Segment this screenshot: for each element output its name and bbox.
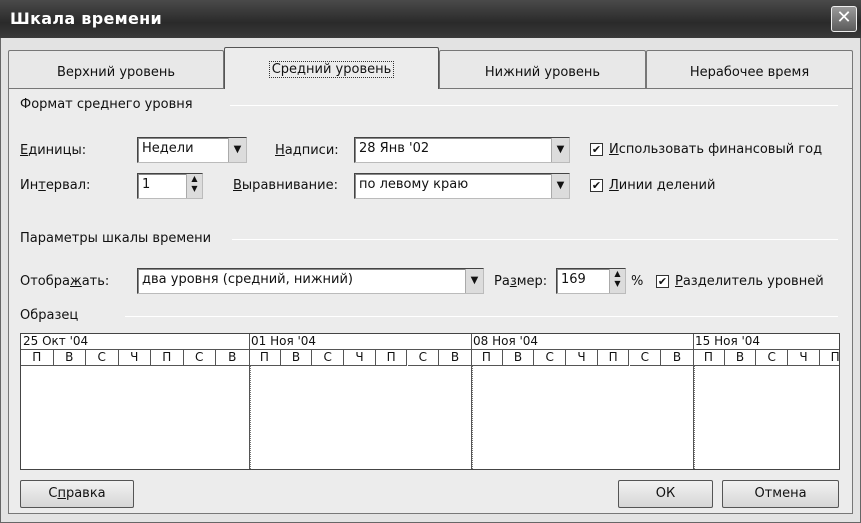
- interval-value: 1: [142, 177, 151, 192]
- show-levels-value: два уровня (средний, нижний): [142, 272, 354, 287]
- cancel-button[interactable]: Отмена: [722, 480, 839, 508]
- day-cell: В: [724, 350, 757, 366]
- day-cell: П: [693, 350, 725, 366]
- day-cell: В: [439, 350, 471, 366]
- day-cell: Ч: [344, 350, 376, 366]
- day-cell: П: [21, 350, 54, 366]
- day-cell: С: [86, 350, 119, 366]
- alignment-select[interactable]: по левому краю: [354, 173, 570, 199]
- check-icon: ✔: [591, 179, 602, 192]
- tab-bottom-level[interactable]: Нижний уровень: [439, 50, 646, 88]
- chevron-down-icon[interactable]: ▼: [551, 174, 569, 198]
- tab-label: Нерабочее время: [689, 65, 810, 80]
- units-value: Недели: [142, 141, 194, 156]
- day-cell: С: [407, 350, 440, 366]
- week-header: 01 Ноя '04: [249, 334, 471, 350]
- check-icon: ✔: [657, 275, 668, 288]
- captions-select[interactable]: 28 Янв '02: [354, 137, 570, 163]
- spin-buttons[interactable]: ▲ ▼: [609, 269, 625, 293]
- spin-down-icon[interactable]: ▼: [610, 279, 625, 289]
- alignment-value: по левому краю: [359, 177, 469, 192]
- units-label-text: диницы:: [28, 143, 87, 158]
- level-separator-checkbox[interactable]: ✔: [656, 275, 669, 288]
- spin-up-icon[interactable]: ▲: [610, 269, 625, 279]
- day-cell: Ч: [566, 350, 598, 366]
- timescale-sample: 25 Окт '04 01 Ноя '04 08 Ноя '04 15 Ноя …: [20, 333, 840, 470]
- day-cell: П: [471, 350, 503, 366]
- percent-sign: %: [631, 274, 644, 289]
- fiscal-year-checkbox[interactable]: ✔: [590, 143, 603, 156]
- week-header: 08 Ноя '04: [471, 334, 693, 350]
- sample-group-title: Образец: [20, 308, 85, 323]
- close-icon: ✕: [836, 7, 852, 28]
- size-label: Размер:: [494, 274, 548, 289]
- alignment-label: Выравнивание:: [233, 178, 338, 193]
- units-label: Единицы:: [20, 143, 87, 158]
- day-cell: С: [312, 350, 345, 366]
- tab-nonworking-time[interactable]: Нерабочее время: [646, 50, 853, 88]
- interval-label: Интервал:: [20, 178, 91, 193]
- week-gridline: [472, 366, 473, 469]
- title-bar: Шкала времени: [0, 0, 861, 38]
- day-cell: Ч: [118, 350, 151, 366]
- group-divider: [232, 239, 838, 240]
- day-cell: В: [502, 350, 535, 366]
- day-cell: В: [280, 350, 313, 366]
- week-header: 15 Ноя '04: [693, 334, 839, 350]
- show-label: Отображать:: [20, 274, 110, 289]
- spin-buttons[interactable]: ▲ ▼: [186, 174, 202, 198]
- captions-value: 28 Янв '02: [359, 141, 430, 156]
- tab-label: Нижний уровень: [484, 65, 601, 80]
- tab-label: Средний уровень: [268, 61, 395, 78]
- day-cell: С: [629, 350, 662, 366]
- day-cell: П: [151, 350, 184, 366]
- group-divider: [230, 105, 838, 106]
- level-separator-label: Разделитель уровней: [675, 274, 824, 289]
- size-value: 169: [561, 272, 586, 287]
- day-cell: В: [216, 350, 249, 366]
- day-cell: П: [819, 350, 839, 366]
- day-cell: П: [597, 350, 630, 366]
- captions-label: Надписи:: [275, 143, 339, 158]
- day-cell: С: [183, 350, 216, 366]
- day-cell: Ч: [788, 350, 820, 366]
- format-group-title: Формат среднего уровня: [20, 97, 199, 112]
- check-icon: ✔: [591, 143, 602, 156]
- chevron-down-icon[interactable]: ▼: [551, 138, 569, 162]
- week-header: 25 Окт '04: [21, 334, 249, 350]
- help-button[interactable]: Справка: [20, 480, 134, 508]
- chevron-down-icon[interactable]: ▼: [465, 269, 483, 293]
- week-gridline: [694, 366, 695, 469]
- tick-lines-label: Линии делений: [609, 178, 716, 193]
- day-cell: С: [756, 350, 789, 366]
- chevron-down-icon[interactable]: ▼: [228, 138, 246, 162]
- options-group-title: Параметры шкалы времени: [20, 231, 218, 246]
- fiscal-year-label: Использовать финансовый год: [609, 142, 823, 157]
- spin-up-icon[interactable]: ▲: [187, 174, 202, 184]
- close-button[interactable]: ✕: [831, 6, 857, 32]
- day-cell: В: [53, 350, 86, 366]
- show-levels-select[interactable]: два уровня (средний, нижний): [137, 268, 484, 294]
- tab-middle-level[interactable]: Средний уровень: [224, 47, 439, 89]
- dialog-title: Шкала времени: [10, 9, 163, 28]
- tab-top-level[interactable]: Верхний уровень: [8, 50, 224, 88]
- tab-label: Верхний уровень: [56, 65, 176, 80]
- day-cell: П: [375, 350, 408, 366]
- week-gridline: [250, 366, 251, 469]
- day-cell: С: [534, 350, 567, 366]
- day-cell: В: [661, 350, 693, 366]
- ok-button[interactable]: ОК: [618, 480, 713, 508]
- day-cell: П: [249, 350, 281, 366]
- spin-down-icon[interactable]: ▼: [187, 184, 202, 194]
- tick-lines-checkbox[interactable]: ✔: [590, 179, 603, 192]
- group-divider: [125, 316, 838, 317]
